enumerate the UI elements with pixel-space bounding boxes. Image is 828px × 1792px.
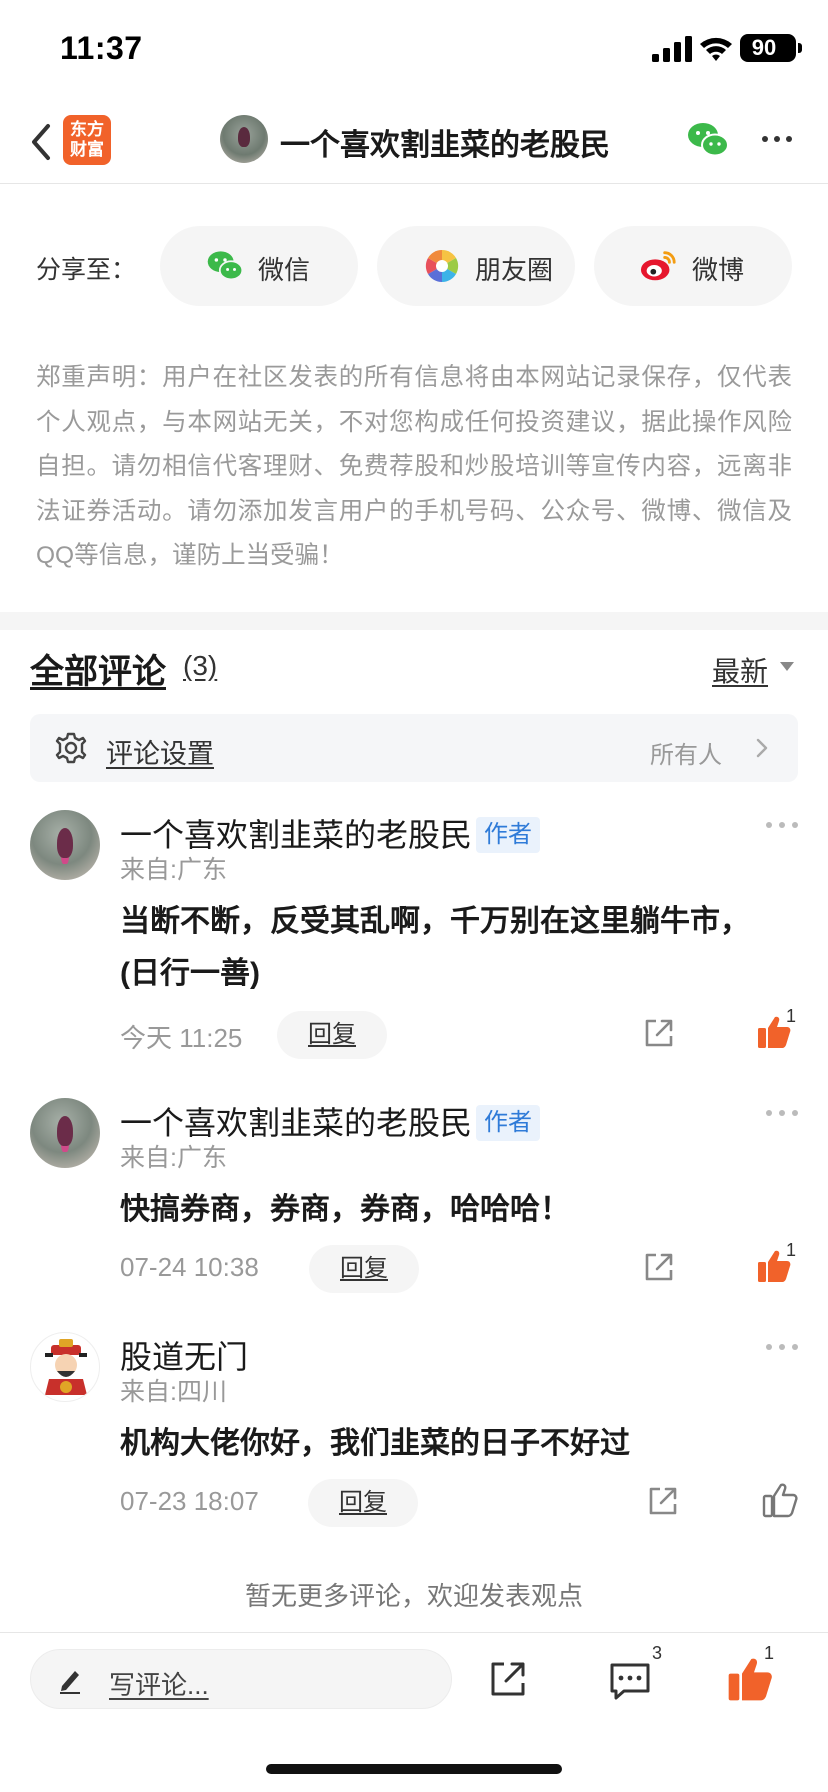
comment-settings-bar[interactable]: 评论设置 所有人	[30, 714, 798, 782]
page-title[interactable]: 一个喜欢割韭菜的老股民	[280, 120, 610, 164]
share-moments-label: 朋友圈	[475, 255, 554, 285]
comment-author-name: 股道无门	[120, 1339, 249, 1375]
chevron-right-icon	[756, 738, 768, 758]
app-logo[interactable]: 东方 财富	[63, 115, 111, 165]
like-count: 1	[764, 1643, 775, 1663]
disclaimer-text: 郑重声明：用户在社区发表的所有信息将由本网站记录保存，仅代表个人观点，与本网站无…	[36, 364, 792, 569]
wechat-icon	[207, 251, 244, 281]
comment-time: 07-23 18:07	[120, 1486, 259, 1516]
moments-icon	[425, 249, 459, 283]
comment-count: 3	[652, 1643, 663, 1663]
write-comment-placeholder: 写评论...	[109, 1670, 209, 1700]
comments-title[interactable]: 全部评论	[30, 644, 166, 693]
more-icon[interactable]	[760, 122, 794, 156]
share-moments-button[interactable]: 朋友圈	[377, 226, 575, 306]
comment-settings-label: 评论设置	[106, 739, 214, 769]
comment-location: 来自:四川	[120, 1378, 227, 1406]
share-icon[interactable]	[488, 1659, 528, 1699]
avatar[interactable]	[30, 1098, 100, 1168]
comment-author-name: 一个喜欢割韭菜的老股民	[120, 1105, 473, 1141]
author-avatar[interactable]	[220, 115, 268, 163]
comment-author-name: 一个喜欢割韭菜的老股民	[120, 817, 473, 853]
like-count: 1	[786, 1240, 797, 1260]
share-weibo-button[interactable]: 微博	[594, 226, 792, 306]
avatar[interactable]	[30, 810, 100, 880]
weibo-icon	[640, 251, 676, 281]
comment-text: 当断不断，反受其乱啊，千万别在这里躺牛市，(日行一善)	[120, 905, 750, 990]
more-icon[interactable]	[764, 1340, 800, 1354]
battery-icon: 90	[740, 34, 802, 62]
pencil-icon	[60, 1671, 80, 1694]
comment-location: 来自:广东	[120, 856, 227, 884]
more-icon[interactable]	[764, 1106, 800, 1120]
comment-text: 机构大佬你好，我们韭菜的日子不好过	[120, 1427, 630, 1460]
wifi-icon	[700, 37, 732, 61]
battery-level: 90	[751, 35, 777, 60]
comment-icon[interactable]	[608, 1659, 652, 1701]
comment-time: 今天 11:25	[120, 1023, 243, 1053]
write-comment-input[interactable]: 写评论...	[30, 1649, 452, 1709]
signal-icon	[652, 36, 692, 62]
sort-dropdown[interactable]: 最新	[712, 650, 768, 690]
wechat-icon[interactable]	[686, 120, 730, 160]
comment-location: 来自:广东	[120, 1144, 227, 1172]
nav-bar: 东方 财富 一个喜欢割韭菜的老股民	[0, 100, 828, 184]
gear-icon	[55, 732, 87, 764]
share-label: 分享至：	[36, 256, 137, 284]
section-divider	[0, 612, 828, 630]
status-bar: 11:37 90	[0, 0, 828, 100]
caret-down-icon[interactable]	[780, 662, 794, 671]
home-indicator[interactable]	[266, 1764, 562, 1774]
comment-text: 快搞券商，券商，券商，哈哈哈！	[120, 1193, 570, 1226]
comment-time: 07-24 10:38	[120, 1252, 259, 1282]
comments-count: (3)	[183, 650, 218, 681]
share-icon[interactable]	[642, 1250, 676, 1284]
author-badge: 作者	[476, 1105, 541, 1141]
share-icon[interactable]	[642, 1016, 676, 1050]
like-count: 1	[786, 1006, 797, 1026]
avatar[interactable]	[30, 1332, 100, 1402]
author-badge: 作者	[476, 817, 541, 853]
back-icon[interactable]	[24, 120, 64, 164]
no-more-comments-text: 暂无更多评论，欢迎发表观点	[244, 1581, 583, 1611]
reply-button[interactable]: 回复	[308, 1479, 418, 1527]
share-weibo-label: 微博	[692, 255, 745, 285]
more-icon[interactable]	[764, 818, 800, 832]
share-icon[interactable]	[646, 1484, 680, 1518]
share-wechat-button[interactable]: 微信	[160, 226, 358, 306]
reply-button[interactable]: 回复	[277, 1011, 387, 1059]
fortune-god-avatar-icon	[45, 1339, 87, 1395]
share-wechat-label: 微信	[258, 255, 311, 285]
reply-button[interactable]: 回复	[309, 1245, 419, 1293]
comment-settings-value: 所有人	[650, 742, 722, 769]
status-time: 11:37	[60, 30, 143, 66]
thumbs-up-outline-icon[interactable]	[762, 1482, 798, 1518]
